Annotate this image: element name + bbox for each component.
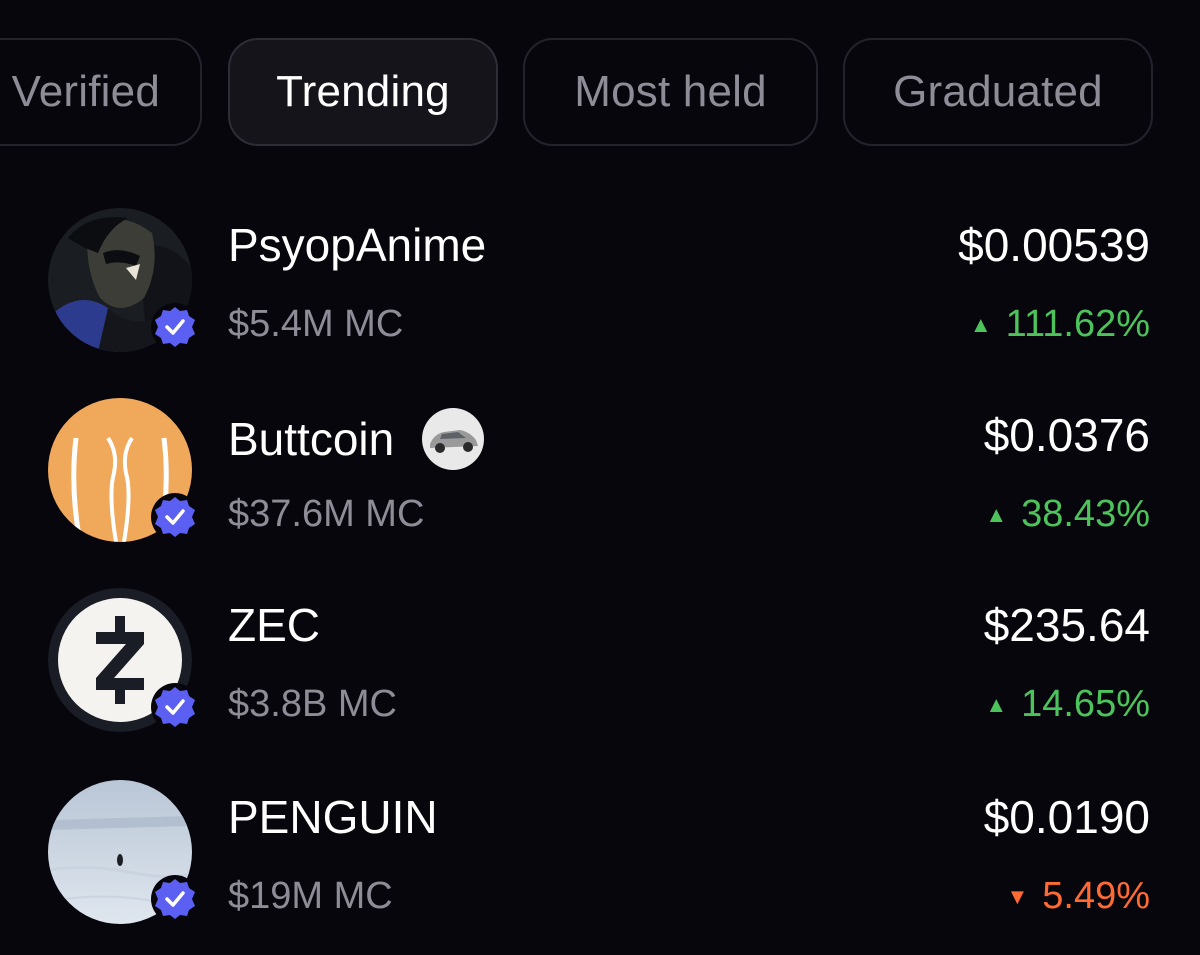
token-row-penguin[interactable]: PENGUIN $19M MC $0.0190 ▼ 5.49% <box>0 780 1200 950</box>
tab-trending-label: Trending <box>276 67 450 116</box>
token-market-cap: $19M MC <box>228 875 393 917</box>
tab-most-held[interactable]: Most held <box>523 38 818 146</box>
token-price: $0.0190 <box>983 791 1150 843</box>
token-price: $0.00539 <box>958 219 1150 271</box>
token-price: $0.0376 <box>983 409 1150 461</box>
token-price: $235.64 <box>983 599 1150 651</box>
token-avatar <box>48 208 199 352</box>
token-name: Buttcoin <box>228 413 395 465</box>
down-arrow-icon: ▼ <box>1006 883 1029 909</box>
token-avatar <box>48 780 199 924</box>
token-name: PENGUIN <box>228 791 438 843</box>
token-row-psyopanime[interactable]: PsyopAnime $5.4M MC $0.00539 ▲ 111.62% <box>0 208 1200 378</box>
up-arrow-icon: ▲ <box>985 501 1008 527</box>
token-market-cap: $37.6M MC <box>228 493 425 535</box>
tab-trending[interactable]: Trending <box>228 38 498 146</box>
car-icon <box>422 408 485 470</box>
token-avatar <box>48 588 199 732</box>
up-arrow-icon: ▲ <box>985 691 1008 717</box>
token-name: PsyopAnime <box>228 219 487 271</box>
token-change-value: 38.43% <box>1021 493 1150 535</box>
token-change-value: 111.62% <box>1005 303 1150 345</box>
tab-most-held-label: Most held <box>574 67 767 116</box>
verified-badge-icon <box>150 874 200 924</box>
verified-badge-icon <box>150 492 200 542</box>
token-change: ▲ 111.62% <box>970 303 1150 346</box>
tab-verified[interactable]: Verified <box>0 38 202 146</box>
token-row-buttcoin[interactable]: Buttcoin $37.6M MC $0.0376 ▲ 38.43% <box>0 398 1200 568</box>
token-market-cap: $3.8B MC <box>228 683 397 725</box>
token-name: ZEC <box>228 599 320 651</box>
verified-badge-icon <box>150 302 200 352</box>
token-name-container: Buttcoin <box>228 408 485 470</box>
token-change-value: 14.65% <box>1021 683 1150 725</box>
token-change: ▼ 5.49% <box>1006 875 1150 918</box>
tab-graduated[interactable]: Graduated <box>843 38 1153 146</box>
tab-graduated-label: Graduated <box>893 67 1103 116</box>
tab-verified-label: Verified <box>11 67 160 116</box>
token-change-value: 5.49% <box>1042 875 1150 917</box>
up-arrow-icon: ▲ <box>969 311 992 337</box>
token-change: ▲ 38.43% <box>985 493 1150 536</box>
token-market-cap: $5.4M MC <box>228 303 404 345</box>
token-avatar <box>48 398 199 542</box>
token-change: ▲ 14.65% <box>985 683 1150 726</box>
verified-badge-icon <box>150 682 200 732</box>
token-row-zec[interactable]: ZEC $3.8B MC $235.64 ▲ 14.65% <box>0 588 1200 758</box>
